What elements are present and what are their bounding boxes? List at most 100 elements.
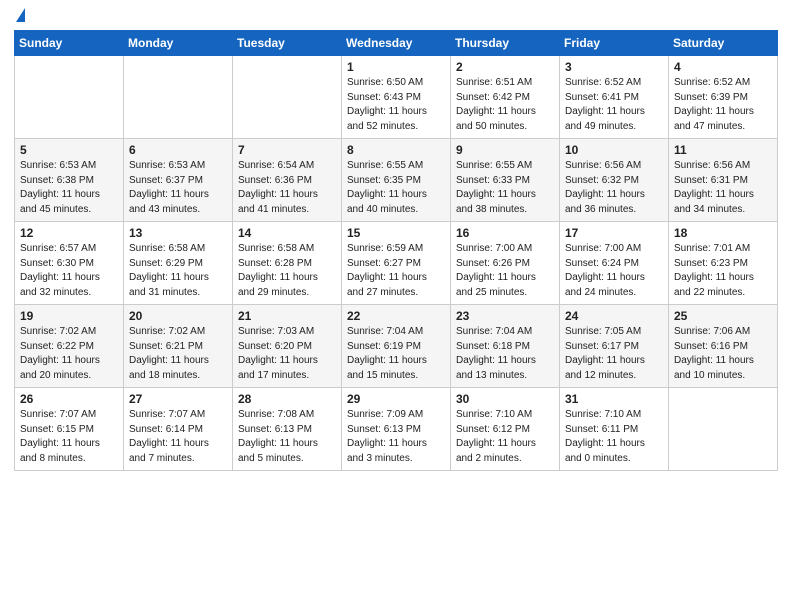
day-number: 17: [565, 226, 663, 240]
calendar-cell: 12 Sunrise: 6:57 AM Sunset: 6:30 PM Dayli…: [15, 222, 124, 305]
day-number: 13: [129, 226, 227, 240]
calendar: SundayMondayTuesdayWednesdayThursdayFrid…: [14, 30, 778, 471]
day-number: 1: [347, 60, 445, 74]
day-info: Sunrise: 7:02 AM Sunset: 6:21 PM Dayligh…: [129, 325, 227, 383]
calendar-cell: 2 Sunrise: 6:51 AM Sunset: 6:42 PM Daylig…: [451, 56, 560, 139]
day-number: 7: [238, 143, 336, 157]
day-number: 19: [20, 309, 118, 323]
day-info: Sunrise: 6:51 AM Sunset: 6:42 PM Dayligh…: [456, 76, 554, 134]
day-info: Sunrise: 6:52 AM Sunset: 6:41 PM Dayligh…: [565, 76, 663, 134]
day-number: 29: [347, 392, 445, 406]
day-number: 10: [565, 143, 663, 157]
day-info: Sunrise: 7:07 AM Sunset: 6:14 PM Dayligh…: [129, 408, 227, 466]
calendar-cell: 7 Sunrise: 6:54 AM Sunset: 6:36 PM Daylig…: [233, 139, 342, 222]
day-info: Sunrise: 7:00 AM Sunset: 6:26 PM Dayligh…: [456, 242, 554, 300]
day-number: 2: [456, 60, 554, 74]
calendar-cell: [124, 56, 233, 139]
weekday-header-saturday: Saturday: [669, 31, 778, 56]
week-row-3: 12 Sunrise: 6:57 AM Sunset: 6:30 PM Dayli…: [15, 222, 778, 305]
calendar-cell: 1 Sunrise: 6:50 AM Sunset: 6:43 PM Daylig…: [342, 56, 451, 139]
day-info: Sunrise: 6:58 AM Sunset: 6:28 PM Dayligh…: [238, 242, 336, 300]
calendar-cell: 24 Sunrise: 7:05 AM Sunset: 6:17 PM Dayli…: [560, 305, 669, 388]
calendar-cell: 8 Sunrise: 6:55 AM Sunset: 6:35 PM Daylig…: [342, 139, 451, 222]
day-number: 6: [129, 143, 227, 157]
day-number: 14: [238, 226, 336, 240]
day-info: Sunrise: 7:07 AM Sunset: 6:15 PM Dayligh…: [20, 408, 118, 466]
day-info: Sunrise: 6:54 AM Sunset: 6:36 PM Dayligh…: [238, 159, 336, 217]
day-number: 28: [238, 392, 336, 406]
day-number: 9: [456, 143, 554, 157]
day-number: 21: [238, 309, 336, 323]
day-info: Sunrise: 6:55 AM Sunset: 6:35 PM Dayligh…: [347, 159, 445, 217]
day-number: 8: [347, 143, 445, 157]
day-info: Sunrise: 7:01 AM Sunset: 6:23 PM Dayligh…: [674, 242, 772, 300]
day-number: 11: [674, 143, 772, 157]
calendar-cell: 22 Sunrise: 7:04 AM Sunset: 6:19 PM Dayli…: [342, 305, 451, 388]
page: SundayMondayTuesdayWednesdayThursdayFrid…: [0, 0, 792, 612]
week-row-2: 5Sunrise: 6:53 AM Sunset: 6:38 PM Daylig…: [15, 139, 778, 222]
calendar-cell: 29 Sunrise: 7:09 AM Sunset: 6:13 PM Dayli…: [342, 388, 451, 471]
day-info: Sunrise: 7:00 AM Sunset: 6:24 PM Dayligh…: [565, 242, 663, 300]
day-number: 22: [347, 309, 445, 323]
logo-triangle-icon: [16, 8, 25, 22]
calendar-cell: 23Sunrise: 7:04 AM Sunset: 6:18 PM Dayli…: [451, 305, 560, 388]
calendar-cell: 13Sunrise: 6:58 AM Sunset: 6:29 PM Dayli…: [124, 222, 233, 305]
calendar-cell: [669, 388, 778, 471]
day-number: 16: [456, 226, 554, 240]
calendar-cell: 28 Sunrise: 7:08 AM Sunset: 6:13 PM Dayli…: [233, 388, 342, 471]
day-info: Sunrise: 6:57 AM Sunset: 6:30 PM Dayligh…: [20, 242, 118, 300]
day-number: 12: [20, 226, 118, 240]
weekday-header-sunday: Sunday: [15, 31, 124, 56]
calendar-cell: 6 Sunrise: 6:53 AM Sunset: 6:37 PM Daylig…: [124, 139, 233, 222]
calendar-cell: [233, 56, 342, 139]
day-number: 31: [565, 392, 663, 406]
day-number: 27: [129, 392, 227, 406]
day-info: Sunrise: 7:09 AM Sunset: 6:13 PM Dayligh…: [347, 408, 445, 466]
day-info: Sunrise: 7:10 AM Sunset: 6:11 PM Dayligh…: [565, 408, 663, 466]
day-number: 26: [20, 392, 118, 406]
calendar-cell: 25 Sunrise: 7:06 AM Sunset: 6:16 PM Dayli…: [669, 305, 778, 388]
calendar-cell: 17 Sunrise: 7:00 AM Sunset: 6:24 PM Dayli…: [560, 222, 669, 305]
day-number: 30: [456, 392, 554, 406]
week-row-5: 26 Sunrise: 7:07 AM Sunset: 6:15 PM Dayli…: [15, 388, 778, 471]
day-info: Sunrise: 7:06 AM Sunset: 6:16 PM Dayligh…: [674, 325, 772, 383]
calendar-cell: 27 Sunrise: 7:07 AM Sunset: 6:14 PM Dayli…: [124, 388, 233, 471]
calendar-cell: 19 Sunrise: 7:02 AM Sunset: 6:22 PM Dayli…: [15, 305, 124, 388]
calendar-cell: [15, 56, 124, 139]
weekday-header-thursday: Thursday: [451, 31, 560, 56]
day-info: Sunrise: 7:10 AM Sunset: 6:12 PM Dayligh…: [456, 408, 554, 466]
weekday-header-wednesday: Wednesday: [342, 31, 451, 56]
calendar-cell: 20 Sunrise: 7:02 AM Sunset: 6:21 PM Dayli…: [124, 305, 233, 388]
header: [14, 10, 778, 24]
calendar-cell: 14 Sunrise: 6:58 AM Sunset: 6:28 PM Dayli…: [233, 222, 342, 305]
day-info: Sunrise: 7:04 AM Sunset: 6:19 PM Dayligh…: [347, 325, 445, 383]
weekday-header-friday: Friday: [560, 31, 669, 56]
logo: [14, 10, 25, 24]
week-row-1: 1 Sunrise: 6:50 AM Sunset: 6:43 PM Daylig…: [15, 56, 778, 139]
day-info: Sunrise: 6:56 AM Sunset: 6:32 PM Dayligh…: [565, 159, 663, 217]
day-number: 18: [674, 226, 772, 240]
calendar-cell: 3 Sunrise: 6:52 AM Sunset: 6:41 PM Daylig…: [560, 56, 669, 139]
weekday-header-row: SundayMondayTuesdayWednesdayThursdayFrid…: [15, 31, 778, 56]
calendar-cell: 16 Sunrise: 7:00 AM Sunset: 6:26 PM Dayli…: [451, 222, 560, 305]
day-info: Sunrise: 6:55 AM Sunset: 6:33 PM Dayligh…: [456, 159, 554, 217]
day-number: 25: [674, 309, 772, 323]
day-info: Sunrise: 7:08 AM Sunset: 6:13 PM Dayligh…: [238, 408, 336, 466]
calendar-cell: 26 Sunrise: 7:07 AM Sunset: 6:15 PM Dayli…: [15, 388, 124, 471]
day-info: Sunrise: 6:56 AM Sunset: 6:31 PM Dayligh…: [674, 159, 772, 217]
day-info: Sunrise: 7:05 AM Sunset: 6:17 PM Dayligh…: [565, 325, 663, 383]
day-number: 24: [565, 309, 663, 323]
day-number: 3: [565, 60, 663, 74]
calendar-cell: 4Sunrise: 6:52 AM Sunset: 6:39 PM Daylig…: [669, 56, 778, 139]
calendar-cell: 31 Sunrise: 7:10 AM Sunset: 6:11 PM Dayli…: [560, 388, 669, 471]
day-info: Sunrise: 6:52 AM Sunset: 6:39 PM Dayligh…: [674, 76, 772, 134]
day-number: 15: [347, 226, 445, 240]
day-info: Sunrise: 6:50 AM Sunset: 6:43 PM Dayligh…: [347, 76, 445, 134]
day-number: 20: [129, 309, 227, 323]
calendar-cell: 9 Sunrise: 6:55 AM Sunset: 6:33 PM Daylig…: [451, 139, 560, 222]
day-info: Sunrise: 7:04 AM Sunset: 6:18 PM Dayligh…: [456, 325, 554, 383]
weekday-header-monday: Monday: [124, 31, 233, 56]
day-info: Sunrise: 6:53 AM Sunset: 6:37 PM Dayligh…: [129, 159, 227, 217]
day-info: Sunrise: 7:02 AM Sunset: 6:22 PM Dayligh…: [20, 325, 118, 383]
calendar-cell: 18 Sunrise: 7:01 AM Sunset: 6:23 PM Dayli…: [669, 222, 778, 305]
